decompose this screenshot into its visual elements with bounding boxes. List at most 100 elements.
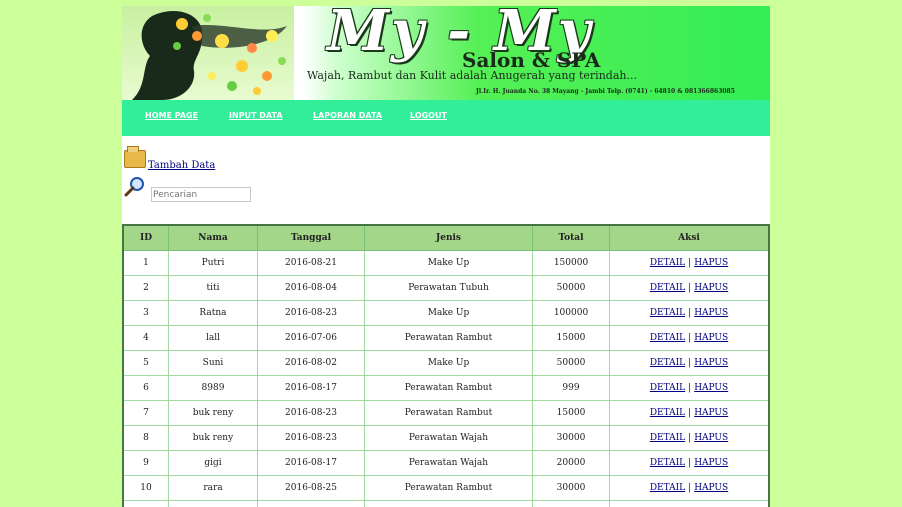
cell-aksi: DETAIL|HAPUS — [609, 250, 770, 276]
table-row: 10 rara 2016-08-25 Perawatan Rambut 30000 DET… — [122, 475, 770, 501]
add-data-link[interactable]: Tambah Data — [148, 160, 215, 171]
col-header-total: Total — [532, 224, 610, 251]
cell-jenis: Perawatan Rambut — [364, 400, 533, 426]
cell-jenis: Make Up — [364, 350, 533, 376]
detail-link[interactable]: DETAIL — [650, 458, 685, 468]
search-row — [124, 176, 324, 206]
delete-link[interactable]: HAPUS — [694, 333, 728, 343]
cell-total: 100000 — [532, 500, 610, 507]
table-row: 7 buk reny 2016-08-23 Perawatan Rambut 15000… — [122, 400, 770, 426]
action-separator: | — [688, 308, 692, 318]
table-header-row: ID Nama Tanggal Jenis Total Aksi — [122, 224, 770, 251]
action-separator: | — [688, 458, 692, 468]
detail-link[interactable]: DETAIL — [650, 358, 685, 368]
action-separator: | — [688, 358, 692, 368]
delete-link[interactable]: HAPUS — [694, 308, 728, 318]
col-header-id: ID — [122, 224, 169, 251]
cell-nama: titi — [168, 275, 258, 301]
col-header-tanggal: Tanggal — [257, 224, 365, 251]
cell-nama: lall — [168, 325, 258, 351]
cell-id: 10 — [122, 475, 169, 501]
cell-jenis: Perawatan Wajah — [364, 450, 533, 476]
cell-tanggal: 2016-08-22 — [257, 500, 365, 507]
cell-total: 15000 — [532, 400, 610, 426]
cell-nama: buk reny — [168, 425, 258, 451]
cell-total: 999 — [532, 375, 610, 401]
detail-link[interactable]: DETAIL — [650, 333, 685, 343]
table-row: 9 gigi 2016-08-17 Perawatan Wajah 20000 DETAI… — [122, 450, 770, 476]
cell-total: 100000 — [532, 300, 610, 326]
delete-link[interactable]: HAPUS — [694, 483, 728, 493]
search-input[interactable] — [151, 187, 251, 202]
search-icon — [124, 177, 144, 197]
detail-link[interactable]: DETAIL — [650, 483, 685, 493]
nav-home-page[interactable]: HOME PAGE — [145, 111, 198, 120]
cell-nama: rara — [168, 500, 258, 507]
cell-id: 11 — [122, 500, 169, 507]
cell-id: 1 — [122, 250, 169, 276]
cell-total: 50000 — [532, 275, 610, 301]
cell-nama: rara — [168, 475, 258, 501]
delete-link[interactable]: HAPUS — [694, 433, 728, 443]
delete-link[interactable]: HAPUS — [694, 458, 728, 468]
cell-id: 6 — [122, 375, 169, 401]
cell-nama: Suni — [168, 350, 258, 376]
cell-nama: Ratna — [168, 300, 258, 326]
cell-tanggal: 2016-08-02 — [257, 350, 365, 376]
page-container: My - My Salon & SPA Wajah, Rambut dan Ku… — [122, 6, 770, 507]
cell-tanggal: 2016-08-21 — [257, 250, 365, 276]
cell-nama: 8989 — [168, 375, 258, 401]
transaction-table: ID Nama Tanggal Jenis Total Aksi 1 Putri 2… — [122, 224, 770, 507]
add-data-row: Tambah Data — [124, 146, 324, 174]
cell-tanggal: 2016-08-17 — [257, 450, 365, 476]
detail-link[interactable]: DETAIL — [650, 308, 685, 318]
cell-aksi: DETAIL|HAPUS — [609, 350, 770, 376]
detail-link[interactable]: DETAIL — [650, 408, 685, 418]
action-separator: | — [688, 483, 692, 493]
brand-address: Jl.Ir. H. Juanda No. 38 Mayang - Jambi T… — [476, 88, 735, 95]
table-row: 5 Suni 2016-08-02 Make Up 50000 DETAIL | HAPUS — [122, 350, 770, 376]
cell-aksi: DETAIL|HAPUS — [609, 400, 770, 426]
cell-jenis: Perawatan Tubuh — [364, 275, 533, 301]
delete-link[interactable]: HAPUS — [694, 258, 728, 268]
cell-aksi: DETAIL|HAPUS — [609, 300, 770, 326]
cell-id: 3 — [122, 300, 169, 326]
cell-jenis: Make Up — [364, 250, 533, 276]
action-separator: | — [688, 333, 692, 343]
detail-link[interactable]: DETAIL — [650, 433, 685, 443]
delete-link[interactable]: HAPUS — [694, 283, 728, 293]
cell-id: 4 — [122, 325, 169, 351]
main-nav: HOME PAGE INPUT DATA LAPORAN DATA LOGOUT — [122, 100, 770, 136]
delete-link[interactable]: HAPUS — [694, 383, 728, 393]
cell-total: 20000 — [532, 450, 610, 476]
cell-nama: gigi — [168, 450, 258, 476]
cell-id: 7 — [122, 400, 169, 426]
cell-tanggal: 2016-08-04 — [257, 275, 365, 301]
cell-total: 50000 — [532, 350, 610, 376]
detail-link[interactable]: DETAIL — [650, 383, 685, 393]
cell-aksi: DETAIL|HAPUS — [609, 325, 770, 351]
delete-link[interactable]: HAPUS — [694, 408, 728, 418]
cell-tanggal: 2016-08-25 — [257, 475, 365, 501]
woman-silhouette-icon — [132, 10, 287, 100]
nav-input-data[interactable]: INPUT DATA — [229, 111, 283, 120]
cell-jenis: Perawatan Rambut — [364, 475, 533, 501]
salon-logo-art — [122, 6, 294, 100]
nav-laporan-data[interactable]: LAPORAN DATA — [313, 111, 382, 120]
cell-total: 150000 — [532, 250, 610, 276]
cell-id: 8 — [122, 425, 169, 451]
delete-link[interactable]: HAPUS — [694, 358, 728, 368]
cell-aksi: DETAIL|HAPUS — [609, 475, 770, 501]
cell-tanggal: 2016-08-23 — [257, 300, 365, 326]
cell-nama: Putri — [168, 250, 258, 276]
brand-tagline: Wajah, Rambut dan Kulit adalah Anugerah … — [307, 69, 637, 82]
cell-jenis: Make Up — [364, 300, 533, 326]
detail-link[interactable]: DETAIL — [650, 283, 685, 293]
nav-logout[interactable]: LOGOUT — [410, 111, 447, 120]
cell-total: 15000 — [532, 325, 610, 351]
table-row: 3 Ratna 2016-08-23 Make Up 100000 DETAIL | HAPU… — [122, 300, 770, 326]
table-body: 1 Putri 2016-08-21 Make Up 150000 DETAIL | HAPU… — [122, 250, 770, 507]
cell-id: 5 — [122, 350, 169, 376]
table-row: 11rara2016-08-22Make Up100000DETAIL|HAPU… — [122, 500, 770, 507]
detail-link[interactable]: DETAIL — [650, 258, 685, 268]
